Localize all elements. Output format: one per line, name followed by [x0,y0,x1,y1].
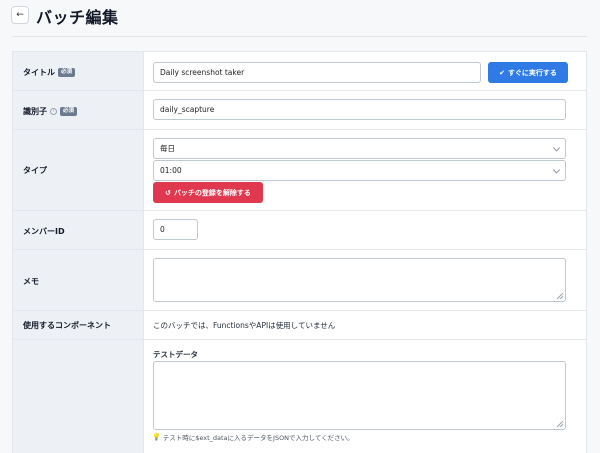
row-divider [13,310,586,311]
undo-icon: ↺ [165,188,171,197]
memo-textarea[interactable] [153,258,566,302]
check-icon: ✔ [499,68,505,77]
time-select[interactable]: 01:00 [153,160,566,181]
type-label: タイプ [23,166,47,175]
identifier-input[interactable]: daily_scapture [153,99,566,120]
title-label: タイトル 必須 [23,67,76,78]
row-divider [13,249,586,250]
row-divider [13,129,586,130]
unregister-batch-button[interactable]: ↺ バッチの登録を解除する [153,182,263,203]
required-badge: 必須 [58,68,76,77]
title-input[interactable]: Daily screenshot taker [153,62,481,83]
identifier-label: 識別子 ? 必須 [23,106,78,117]
help-icon[interactable]: ? [50,108,57,115]
resize-handle[interactable] [557,293,563,299]
lightbulb-icon: 💡 [152,433,161,441]
row-divider [13,90,586,91]
test-data-hint: 💡 テスト時に$ext_dataに入るデータをJSONで入力してください。 [152,433,354,442]
batch-edit-form: タイトル 必須 Daily screenshot taker ✔ すぐに実行する… [12,51,587,453]
page-header: ← バッチ編集 [0,0,600,34]
components-text: このバッチでは、FunctionsやAPIは使用していません [153,321,336,330]
required-badge: 必須 [60,107,78,116]
resize-handle[interactable] [557,421,563,427]
member-id-label: メンバーID [23,227,65,236]
back-button[interactable]: ← [11,6,29,24]
test-data-textarea[interactable] [153,361,566,430]
memo-label: メモ [23,277,39,286]
chevron-down-icon [552,143,561,152]
row-divider [13,210,586,211]
page-title: バッチ編集 [36,8,119,27]
header-divider [12,36,587,37]
row-divider [13,339,586,340]
test-data-heading: テストデータ [153,350,198,359]
components-label: 使用するコンポーネント [23,321,111,330]
member-id-input[interactable]: 0 [153,219,198,240]
arrow-left-icon: ← [16,9,24,20]
chevron-down-icon [552,165,561,174]
frequency-select[interactable]: 毎日 [153,138,566,159]
run-now-button[interactable]: ✔ すぐに実行する [488,62,568,83]
